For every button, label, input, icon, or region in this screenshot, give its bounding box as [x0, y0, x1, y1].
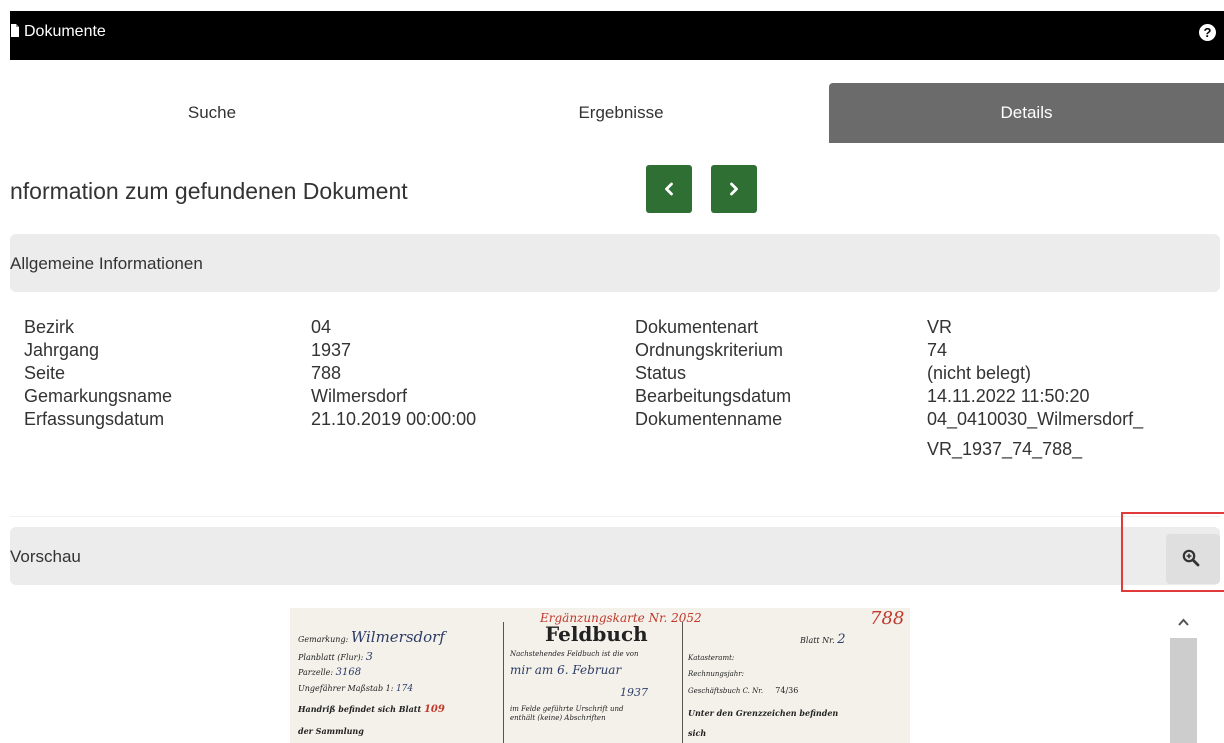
tab-details[interactable]: Details	[829, 83, 1224, 143]
preview-left-line-5: der Sammlung	[298, 726, 364, 736]
chevron-up-icon[interactable]	[1177, 616, 1190, 629]
preview-scrollbar[interactable]	[1170, 608, 1197, 743]
value-dokumentenart: VR	[927, 317, 953, 337]
right-labels: Dokumentenart Ordnungskriterium Status B…	[635, 316, 791, 431]
label-gemarkungsname: Gemarkungsname	[24, 386, 173, 406]
preview-mid-line-0: Nachstehendes Feldbuch ist die von	[510, 650, 639, 658]
preview-title: Feldbuch	[545, 622, 648, 646]
document-preview-image[interactable]: Ergänzungskarte Nr. 2052 788 Gemarkung: …	[290, 608, 910, 743]
preview-left-line-3: Ungefährer Maßstab 1: 174	[298, 684, 414, 694]
preview-mid-line-3: im Felde geführte Urschrift und	[510, 705, 624, 713]
label-jahrgang: Jahrgang	[24, 340, 100, 360]
left-labels: Bezirk Jahrgang Seite Gemarkungsname Erf…	[24, 316, 172, 431]
preview-heading: Vorschau	[10, 547, 81, 566]
tab-suche[interactable]: Suche	[10, 83, 414, 143]
right-values: VR 74 (nicht belegt) 14.11.2022 11:50:20…	[927, 316, 1143, 461]
preview-separator-right	[682, 622, 683, 743]
preview-red-number: 788	[870, 608, 905, 629]
preview-right-line-3: Unter den Grenzzeichen befinden	[688, 708, 839, 718]
document-icon	[11, 24, 19, 37]
label-dokumentenname: Dokumentenname	[635, 409, 783, 429]
preview-right-line-2: Geschäftsbuch C. Nr. 74/36	[688, 686, 799, 695]
section-divider	[10, 516, 1220, 517]
preview-mid-line-4: enthält (keine) Abschriften	[510, 714, 606, 722]
label-erfassungsdatum: Erfassungsdatum	[24, 409, 165, 429]
app-title-text: Dokumente	[24, 23, 106, 40]
app-title: Dokumente	[10, 23, 106, 41]
value-seite: 788	[311, 363, 342, 383]
top-bar: Dokumente ?	[10, 11, 1224, 60]
preview-mid-line-2: 1937	[620, 686, 648, 699]
left-values: 04 1937 788 Wilmersdorf 21.10.2019 00:00…	[311, 316, 476, 431]
question-circle-icon[interactable]: ?	[1199, 24, 1216, 41]
preview-left-line-1: Planblatt (Flur): 3	[298, 650, 373, 663]
general-info-header: Allgemeine Informationen	[10, 234, 1220, 292]
preview-blatt: Blatt Nr. 2	[800, 632, 846, 647]
label-status: Status	[635, 363, 687, 383]
previous-document-button[interactable]	[646, 165, 692, 213]
value-dokumentenname-line1: 04_0410030_Wilmersdorf_	[927, 409, 1144, 429]
value-dokumentenname-line2: VR_1937_74_788_	[927, 439, 1083, 459]
chevron-left-icon	[665, 182, 673, 196]
label-dokumentenart: Dokumentenart	[635, 317, 759, 337]
scrollbar-thumb[interactable]	[1170, 638, 1197, 743]
preview-header: Vorschau	[10, 527, 1220, 585]
tab-ergebnisse[interactable]: Ergebnisse	[414, 83, 828, 143]
label-ordnungskriterium: Ordnungskriterium	[635, 340, 784, 360]
page-title: nformation zum gefundenen Dokument	[10, 178, 408, 204]
label-bezirk: Bezirk	[24, 317, 75, 337]
chevron-right-icon	[730, 182, 738, 196]
value-jahrgang: 1937	[311, 340, 352, 360]
value-bearbeitungsdatum: 14.11.2022 11:50:20	[927, 386, 1090, 406]
preview-left-line-4: Handriß befindet sich Blatt 109	[298, 704, 445, 715]
value-gemarkungsname: Wilmersdorf	[311, 386, 408, 406]
value-status: (nicht belegt)	[927, 363, 1032, 383]
next-document-button[interactable]	[711, 165, 757, 213]
value-ordnungskriterium: 74	[927, 340, 948, 360]
preview-right-line-1: Rechnungsjahr:	[688, 670, 744, 678]
label-seite: Seite	[24, 363, 66, 383]
label-bearbeitungsdatum: Bearbeitungsdatum	[635, 386, 792, 406]
tab-bar: Suche Ergebnisse Details	[10, 83, 1224, 143]
general-info-heading: Allgemeine Informationen	[10, 254, 203, 273]
preview-right-line-0: Katasteramt:	[688, 654, 735, 662]
preview-left-line-0: Gemarkung: Wilmersdorf	[298, 628, 445, 646]
preview-left-line-2: Parzelle: 3168	[298, 667, 362, 678]
value-bezirk: 04	[311, 317, 332, 337]
preview-mid-line-1: mir am 6. Februar	[510, 663, 622, 677]
highlight-box	[1121, 512, 1224, 592]
preview-separator-left	[503, 622, 504, 743]
value-erfassungsdatum: 21.10.2019 00:00:00	[311, 409, 477, 429]
preview-right-line-4: sich	[688, 728, 707, 738]
